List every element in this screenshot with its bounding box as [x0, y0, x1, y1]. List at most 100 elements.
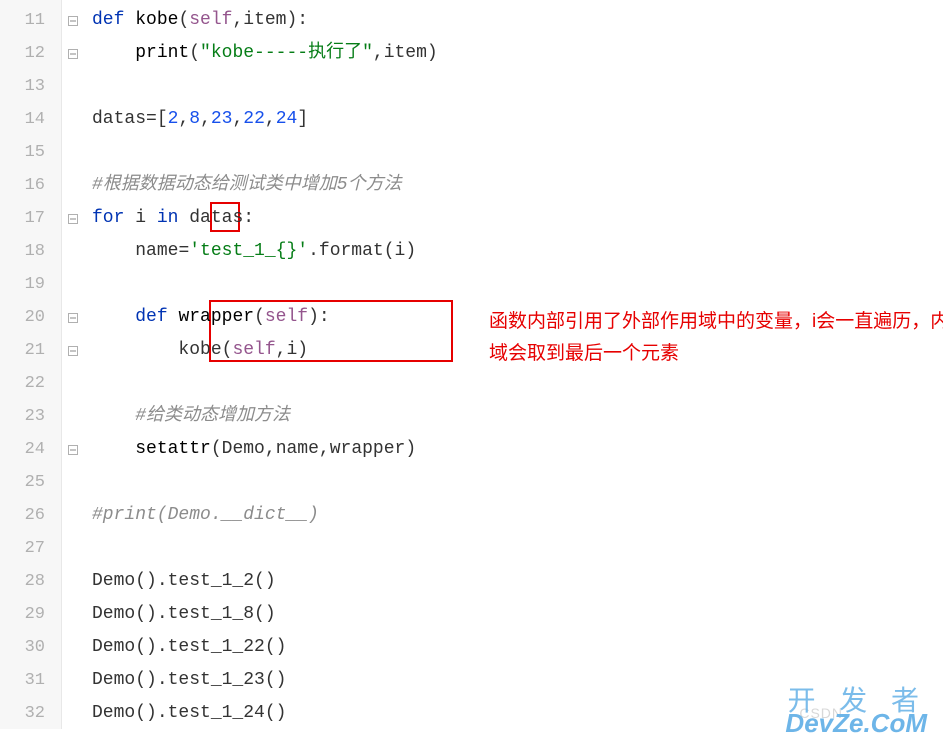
fold-icon[interactable]	[62, 334, 84, 367]
code-token: ,	[178, 109, 189, 129]
code-line[interactable]: setattr(Demo,name,wrapper)	[84, 433, 943, 466]
code-token: ()	[265, 703, 287, 723]
code-token: test_1_8	[168, 604, 254, 624]
code-token: test_1_22	[168, 637, 265, 657]
code-token: ,	[232, 10, 243, 30]
code-line[interactable]	[84, 136, 943, 169]
line-number: 24	[0, 433, 61, 466]
fold-icon	[62, 499, 84, 532]
code-token	[92, 439, 135, 459]
code-token: Demo	[92, 571, 135, 591]
code-token: format	[319, 241, 384, 261]
code-token: ().	[135, 571, 167, 591]
fold-icon	[62, 532, 84, 565]
line-number: 31	[0, 664, 61, 697]
code-token: )	[297, 340, 308, 360]
code-token: 8	[189, 109, 200, 129]
code-token	[92, 241, 135, 261]
code-editor: 1112131415161718192021222324252627282930…	[0, 0, 943, 729]
line-number: 13	[0, 70, 61, 103]
code-line[interactable]: print("kobe-----执行了",item)	[84, 37, 943, 70]
code-line[interactable]: #给类动态增加方法	[84, 400, 943, 433]
line-number: 12	[0, 37, 61, 70]
code-token: Demo	[92, 637, 135, 657]
line-number: 26	[0, 499, 61, 532]
code-token: ,	[373, 43, 384, 63]
code-token: Demo	[92, 703, 135, 723]
code-token: Demo	[92, 604, 135, 624]
code-line[interactable]: Demo().test_1_22()	[84, 631, 943, 664]
fold-icon	[62, 136, 84, 169]
code-token: (	[222, 340, 233, 360]
fold-icon	[62, 565, 84, 598]
code-token: ,	[200, 109, 211, 129]
code-line[interactable]: #根据数据动态给测试类中增加5个方法	[84, 169, 943, 202]
code-token: )	[405, 439, 416, 459]
fold-icon[interactable]	[62, 301, 84, 334]
code-token: Demo	[92, 670, 135, 690]
code-line[interactable]: kobe(self,i)	[84, 334, 943, 367]
code-token: test_1_2	[168, 571, 254, 591]
code-line[interactable]: def kobe(self,item):	[84, 4, 943, 37]
code-line[interactable]	[84, 532, 943, 565]
code-token: Demo	[222, 439, 265, 459]
code-token: def	[135, 307, 178, 327]
code-line[interactable]	[84, 70, 943, 103]
code-token: ()	[265, 637, 287, 657]
code-token: wrapper	[330, 439, 406, 459]
code-token: )	[405, 241, 416, 261]
code-line[interactable]: def wrapper(self):	[84, 301, 943, 334]
code-token: kobe	[135, 10, 178, 30]
line-number: 27	[0, 532, 61, 565]
code-line[interactable]	[84, 367, 943, 400]
fold-gutter	[62, 0, 84, 729]
fold-icon	[62, 70, 84, 103]
code-token	[92, 406, 135, 426]
fold-icon[interactable]	[62, 433, 84, 466]
code-token	[92, 340, 178, 360]
code-line[interactable]: Demo().test_1_2()	[84, 565, 943, 598]
code-token: )	[427, 43, 438, 63]
code-token: ().	[135, 703, 167, 723]
code-area[interactable]: 函数内部引用了外部作用域中的变量，i会一直遍历，内部作用域会取到最后一个元素 d…	[84, 0, 943, 729]
code-token: 22	[243, 109, 265, 129]
fold-icon	[62, 664, 84, 697]
fold-icon	[62, 466, 84, 499]
code-token: =[	[146, 109, 168, 129]
code-token: i	[286, 340, 297, 360]
watermark-bottom: DevZe.CoM	[785, 708, 927, 739]
code-token: item	[243, 10, 286, 30]
code-token: item	[384, 43, 427, 63]
fold-icon	[62, 169, 84, 202]
line-number: 17	[0, 202, 61, 235]
code-token: for	[92, 208, 135, 228]
code-token: 23	[211, 109, 233, 129]
fold-icon[interactable]	[62, 202, 84, 235]
code-line[interactable]	[84, 466, 943, 499]
code-line[interactable]: Demo().test_1_8()	[84, 598, 943, 631]
line-number-gutter: 1112131415161718192021222324252627282930…	[0, 0, 62, 729]
line-number: 19	[0, 268, 61, 301]
code-token: self	[265, 307, 308, 327]
line-number: 14	[0, 103, 61, 136]
code-token: ,	[232, 109, 243, 129]
code-token: ()	[254, 604, 276, 624]
code-line[interactable]: for i in datas:	[84, 202, 943, 235]
line-number: 18	[0, 235, 61, 268]
code-token: datas	[92, 109, 146, 129]
code-line[interactable]: datas=[2,8,23,22,24]	[84, 103, 943, 136]
code-token: ().	[135, 637, 167, 657]
fold-icon[interactable]	[62, 37, 84, 70]
code-token: 'test_1_{}'	[189, 241, 308, 261]
code-line[interactable]: #print(Demo.__dict__)	[84, 499, 943, 532]
code-line[interactable]: name='test_1_{}'.format(i)	[84, 235, 943, 268]
code-token: #给类动态增加方法	[135, 406, 290, 426]
code-line[interactable]	[84, 268, 943, 301]
fold-icon	[62, 400, 84, 433]
fold-icon[interactable]	[62, 4, 84, 37]
fold-icon	[62, 697, 84, 730]
code-token: #print(Demo.__dict__)	[92, 505, 319, 525]
code-token: self	[232, 340, 275, 360]
code-token: =	[178, 241, 189, 261]
fold-icon	[62, 631, 84, 664]
